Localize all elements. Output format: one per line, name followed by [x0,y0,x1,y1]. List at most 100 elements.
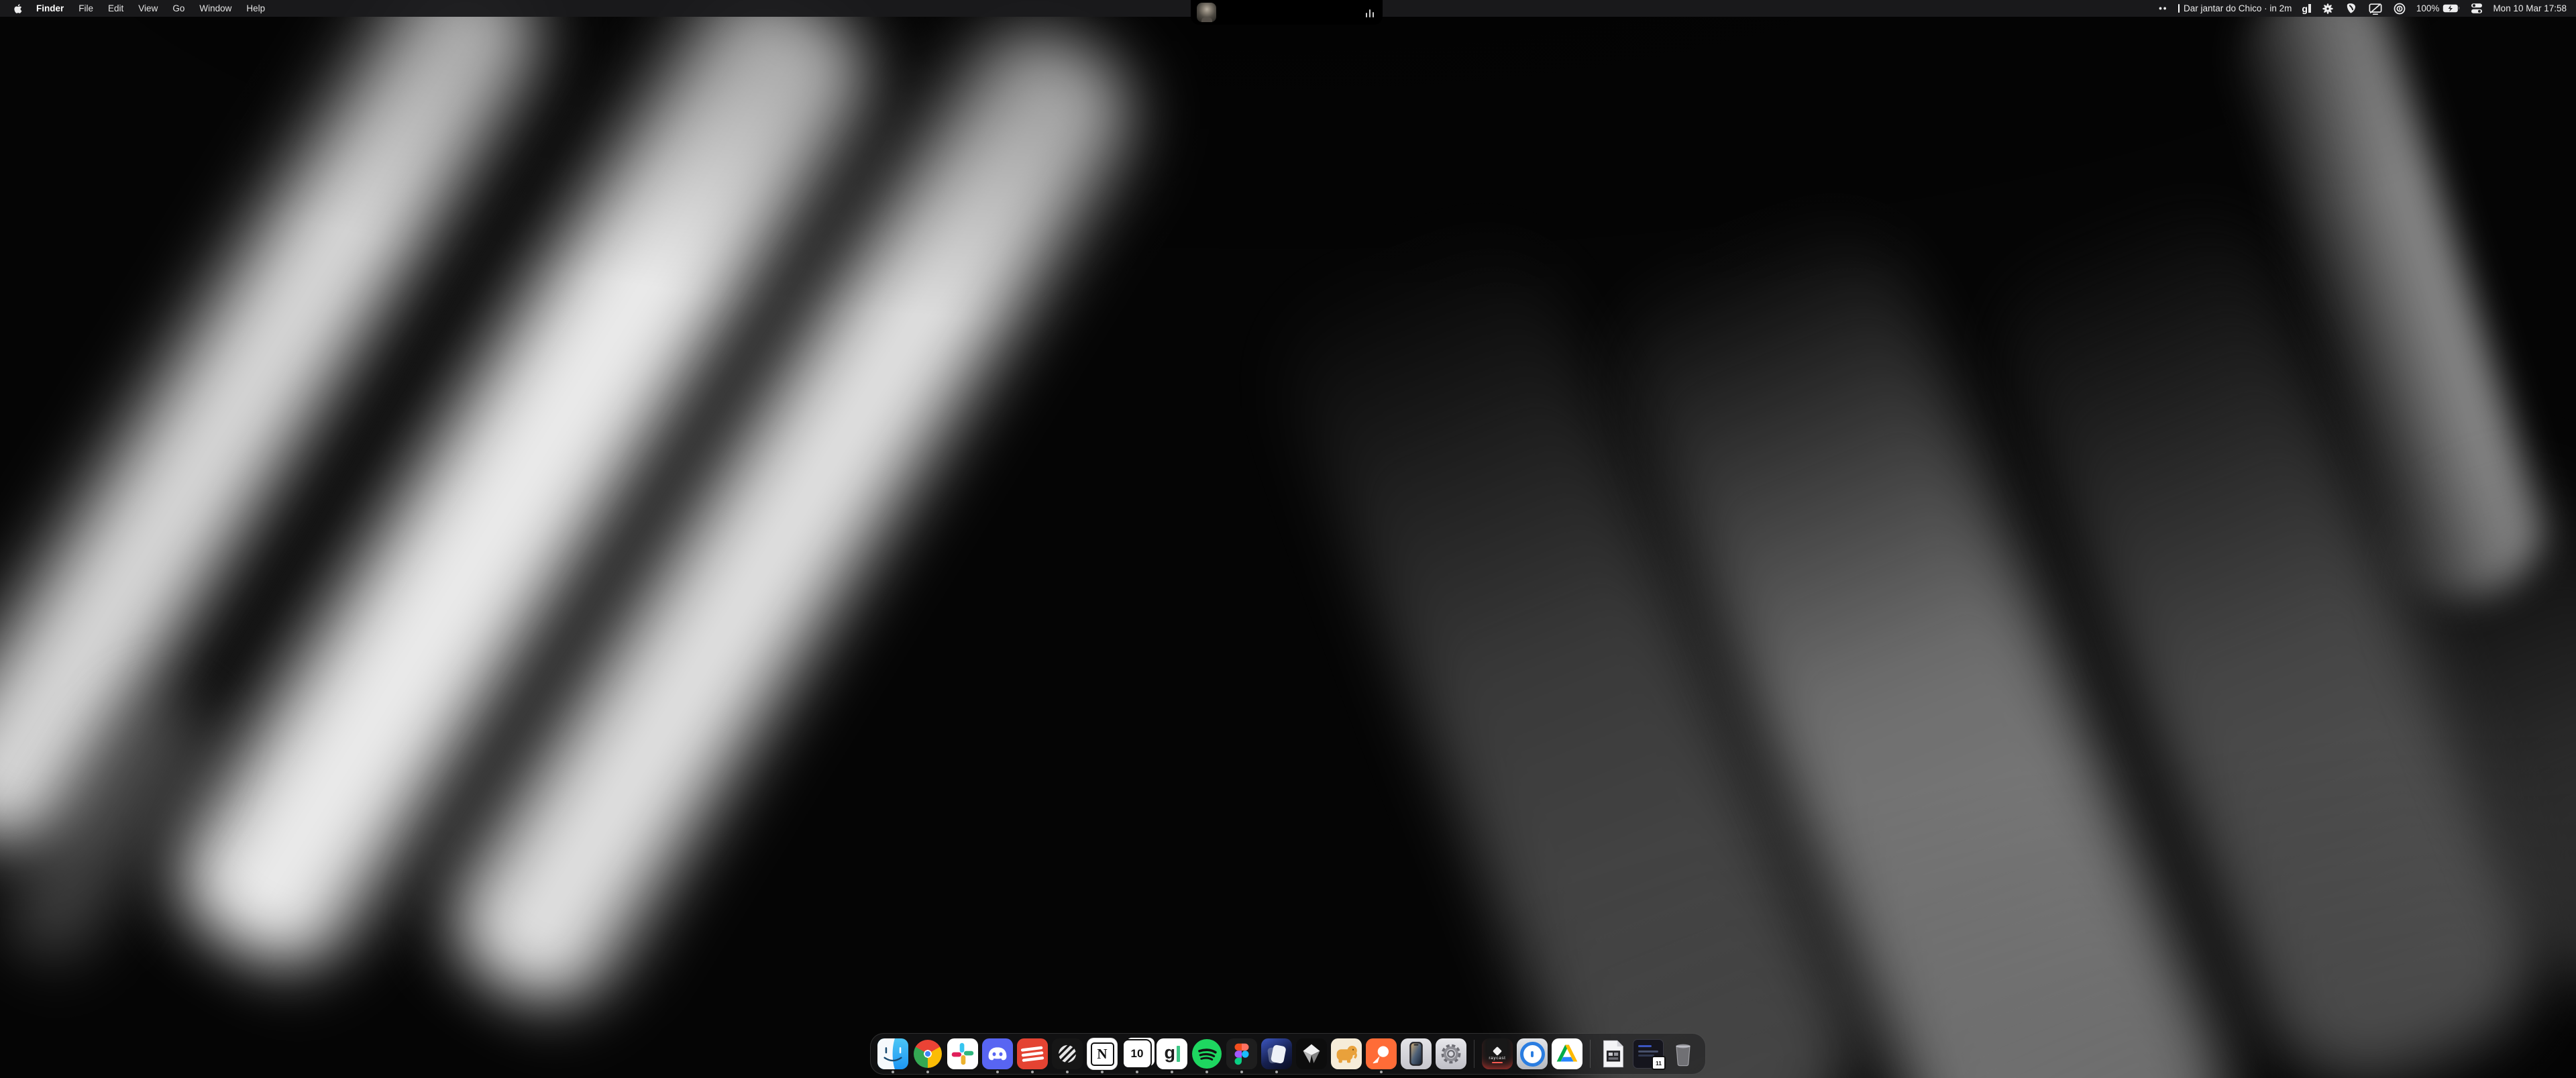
slack-icon [947,1038,978,1069]
status-control-center[interactable] [2471,0,2483,17]
desktop: Finder File Edit View Go Window Help •• … [0,0,2576,1078]
status-battery[interactable]: 100% [2416,0,2461,17]
control-center-icon [2471,3,2483,14]
dock-item-chrome[interactable] [912,1038,943,1069]
running-indicator [1066,1071,1069,1073]
dock-item-postman[interactable] [1366,1038,1397,1069]
dock-item-finder[interactable] [877,1038,908,1069]
dock-item-google-drive[interactable] [1552,1038,1582,1069]
dock-item-iphone-mirroring[interactable] [1401,1038,1432,1069]
dock-item-spotify[interactable] [1191,1038,1222,1069]
dock-item-figma[interactable] [1226,1038,1257,1069]
menu-app-name[interactable]: Finder [29,0,71,17]
dock-item-notion-calendar[interactable]: 10 [1122,1038,1152,1069]
dock-item-document[interactable] [1598,1038,1629,1069]
battery-percent: 100% [2416,3,2440,13]
raycast-icon: raycast [1482,1038,1513,1069]
dock-item-1password[interactable] [1517,1038,1548,1069]
spotify-icon [1192,1039,1222,1069]
dock-item-system-settings[interactable] [1436,1038,1466,1069]
trash-icon [1668,1038,1699,1069]
google-drive-icon [1552,1038,1582,1069]
menu-bar-status: •• Dar jantar do Chico · in 2m g [2159,0,2576,17]
dock-item-trash[interactable] [1668,1038,1699,1069]
figma-icon [1226,1038,1257,1069]
status-granola[interactable]: g [2302,0,2311,17]
running-indicator [892,1071,894,1073]
menu-help[interactable]: Help [239,0,272,17]
todoist-icon [1017,1038,1048,1069]
dock-item-screen-studio[interactable] [1261,1038,1292,1069]
notion-icon: N [1087,1038,1118,1070]
apple-menu[interactable] [7,0,29,17]
dock-item-notion[interactable]: N [1087,1038,1118,1069]
dock-item-minimized-window[interactable]: 11 [1633,1038,1664,1069]
menu-go[interactable]: Go [165,0,192,17]
dock-separator [1590,1040,1591,1068]
running-indicator [1031,1071,1034,1073]
battery-charging-icon [2443,4,2461,13]
dock-item-linear[interactable] [1052,1038,1083,1069]
postman-icon [1366,1038,1397,1069]
dock-item-raycast[interactable]: raycast [1482,1038,1513,1069]
notch-media-module[interactable] [1191,0,1383,25]
event-color-bar-icon [2178,4,2180,13]
minimized-window-thumbnail: 11 [1633,1039,1664,1069]
status-pick[interactable] [2345,0,2358,17]
pick-icon [2345,2,2358,15]
status-onepassword[interactable] [2393,0,2406,17]
status-calendar-event[interactable]: Dar jantar do Chico · in 2m [2178,0,2292,17]
wallpaper [0,0,2576,1078]
document-file-icon [1598,1038,1629,1069]
dock: N 10 g [870,1033,1706,1075]
notion-calendar-icon: 10 [1122,1039,1152,1069]
running-indicator [926,1071,929,1073]
postico-elephant-icon [1331,1038,1362,1069]
dock-item-todoist[interactable] [1017,1038,1048,1069]
iphone-mirroring-icon [1401,1038,1432,1069]
screen-studio-icon [1261,1038,1292,1069]
status-display[interactable] [2368,0,2383,17]
running-indicator [1101,1071,1104,1073]
granola-icon: g [1157,1038,1187,1069]
running-indicator [1275,1071,1278,1073]
audio-visualizer-bars-icon [1366,8,1375,17]
running-indicator [1136,1071,1138,1073]
window-calendar-badge: 11 [1652,1056,1666,1070]
settings-gear-icon [1436,1038,1466,1069]
menu-edit[interactable]: Edit [101,0,131,17]
discord-icon [982,1038,1013,1069]
dock-item-postico[interactable] [1331,1038,1362,1069]
event-text: Dar jantar do Chico · in 2m [2184,3,2292,13]
granola-cursor [1177,1046,1180,1062]
chrome-icon [912,1038,943,1069]
overflow-dots-icon: •• [2159,3,2167,13]
menu-file[interactable]: File [71,0,101,17]
raycast-diamond [1493,1046,1502,1055]
linear-icon [1052,1038,1083,1069]
granola-icon: g [2302,4,2311,13]
granola-letter: g [1165,1044,1176,1062]
status-clock[interactable]: Mon 10 Mar 17:58 [2493,0,2567,17]
menu-window[interactable]: Window [192,0,239,17]
running-indicator [1205,1071,1208,1073]
status-bloom[interactable] [2321,0,2334,17]
status-overflow[interactable]: •• [2159,0,2167,17]
finder-icon [877,1038,908,1069]
now-playing-album-art[interactable] [1197,3,1216,22]
menu-bar-left: Finder File Edit View Go Window Help [0,0,272,17]
cube-3d-icon [1296,1038,1327,1069]
raycast-underline [1492,1062,1503,1063]
onepassword-icon [2393,2,2406,15]
dock-item-discord[interactable] [982,1038,1013,1069]
menu-view[interactable]: View [131,0,165,17]
dock-item-granola[interactable]: g [1157,1038,1187,1069]
dock-item-cube-app[interactable] [1296,1038,1327,1069]
apple-icon [13,3,22,14]
bloom-icon [2321,2,2334,15]
notion-letter: N [1097,1046,1107,1063]
wallpaper-vignette [0,0,2576,1078]
dock-item-slack[interactable] [947,1038,978,1069]
calendar-day-number: 10 [1131,1047,1144,1061]
display-mirroring-icon [2368,2,2383,15]
